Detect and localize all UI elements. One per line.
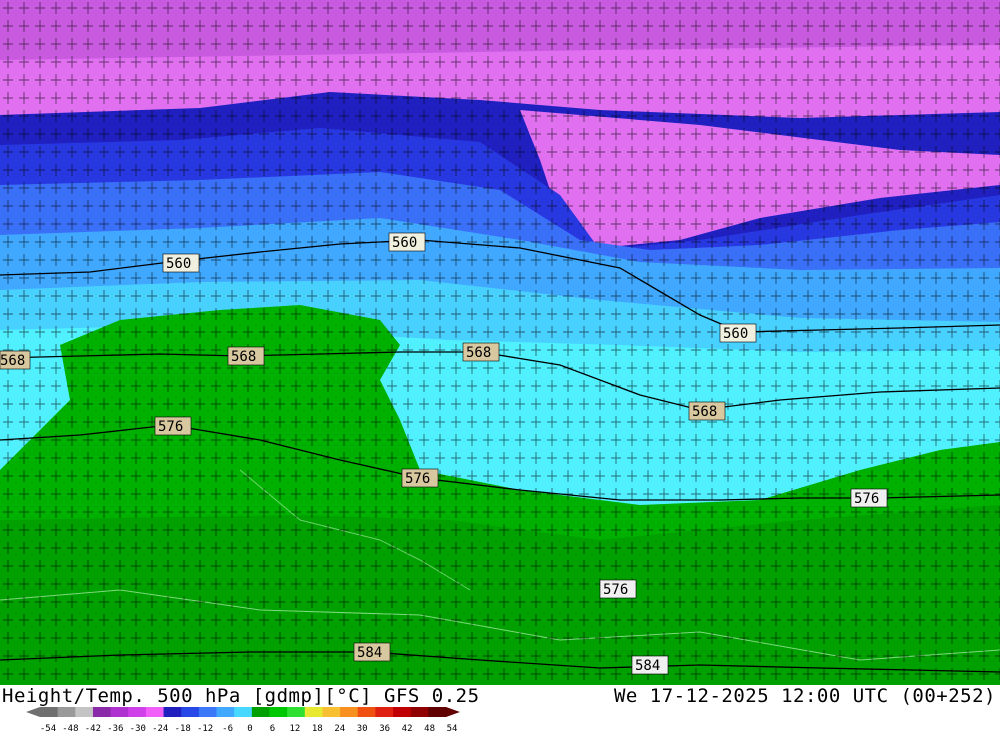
weather-map: 560 560 560 568 568 568 568 576 576 576 … <box>0 0 1000 685</box>
contour-label: 584 <box>635 658 660 674</box>
contour-label: 576 <box>158 419 183 435</box>
legend-tick-label: 12 <box>289 724 300 733</box>
legend-tick-label: -18 <box>175 724 191 733</box>
legend-swatch <box>340 707 359 717</box>
legend-swatch <box>287 707 306 717</box>
legend-swatch <box>75 707 94 717</box>
valid-time: We 17-12-2025 12:00 UTC (00+252) <box>613 685 996 707</box>
legend-swatch <box>234 707 253 717</box>
legend-swatch <box>393 707 412 717</box>
legend-tick-label: 54 <box>447 724 458 733</box>
legend-tick-label: 24 <box>334 724 345 733</box>
legend-tick-label: -42 <box>85 724 101 733</box>
legend-swatch <box>128 707 147 717</box>
map-title: Height/Temp. 500 hPa [gdmp][°C] GFS 0.25 <box>2 685 480 707</box>
contour-label: 560 <box>392 235 417 251</box>
legend-swatch <box>92 707 112 717</box>
legend-tick-label: -12 <box>197 724 213 733</box>
legend-swatch <box>198 707 217 717</box>
contour-label: 576 <box>603 582 628 598</box>
contour-label: 560 <box>723 326 748 342</box>
temperature-values-overlay <box>0 0 1000 685</box>
legend-swatch <box>181 707 200 717</box>
legend-ticks: -54 -48 -42 -36 -30 -24 -18 -12 -6 0 6 12 18 24 30 36 42… <box>40 724 458 733</box>
legend-tick-label: 48 <box>424 724 435 733</box>
legend-tick-label: -6 <box>222 724 233 733</box>
legend-tick-label: 42 <box>402 724 413 733</box>
legend-swatch <box>357 707 376 717</box>
legend-swatch <box>251 707 270 717</box>
legend-swatch <box>428 707 447 717</box>
legend-arrow-left <box>26 707 40 717</box>
legend-tick-label: -36 <box>107 724 123 733</box>
contour-label: 568 <box>231 349 256 365</box>
legend-tick-label: 30 <box>357 724 368 733</box>
legend-tick-label: -48 <box>62 724 78 733</box>
contour-label: 576 <box>405 471 430 487</box>
legend-swatch <box>304 707 323 717</box>
legend-tick-label: 18 <box>312 724 323 733</box>
legend-swatch <box>163 707 182 717</box>
contour-label: 568 <box>692 404 717 420</box>
legend-tick-label: -30 <box>130 724 146 733</box>
contour-label: 568 <box>0 353 25 369</box>
legend-swatch <box>216 707 235 717</box>
legend-tick-label: 36 <box>379 724 390 733</box>
legend-swatch <box>322 707 341 717</box>
legend-swatch <box>110 707 129 717</box>
legend-swatch <box>57 707 76 717</box>
legend-swatch <box>410 707 429 717</box>
legend-arrow-right <box>446 707 460 717</box>
legend-swatches <box>26 707 460 717</box>
map-footer: Height/Temp. 500 hPa [gdmp][°C] GFS 0.25… <box>0 685 1000 733</box>
contour-label: 568 <box>466 345 491 361</box>
legend-tick-label: 0 <box>247 724 252 733</box>
legend-swatch <box>40 707 59 717</box>
legend-swatch <box>269 707 288 717</box>
legend-swatch <box>375 707 394 717</box>
color-legend: -54 -48 -42 -36 -30 -24 -18 -12 -6 0 6 12 18 24 30 36 42… <box>26 707 460 733</box>
legend-tick-label: 6 <box>270 724 275 733</box>
contour-label: 560 <box>166 256 191 272</box>
legend-tick-label: -24 <box>152 724 168 733</box>
legend-swatch <box>145 707 164 717</box>
contour-label: 584 <box>357 645 382 661</box>
legend-tick-label: -54 <box>40 724 56 733</box>
contour-label: 576 <box>854 491 879 507</box>
